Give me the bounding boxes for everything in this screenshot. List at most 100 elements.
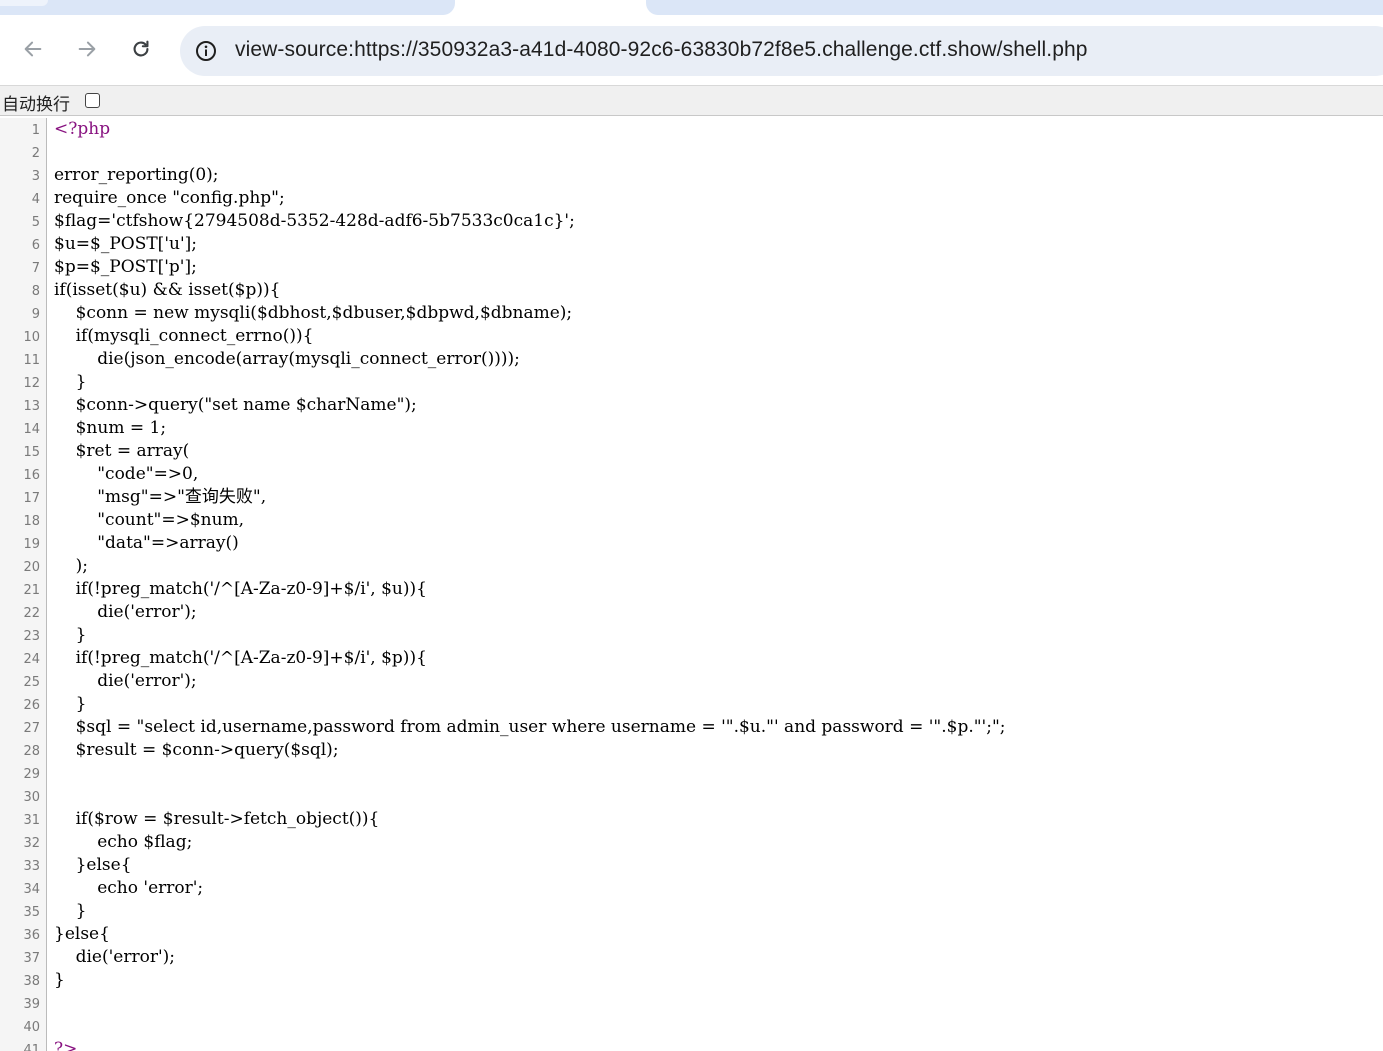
source-line: 29 xyxy=(0,762,1383,785)
line-code: die('error'); xyxy=(54,947,176,967)
tab-inactive-right[interactable] xyxy=(646,0,1383,15)
url-text[interactable]: view-source:https://350932a3-a41d-4080-9… xyxy=(235,38,1088,62)
line-number: 40 xyxy=(23,1020,40,1035)
address-bar[interactable]: view-source:https://350932a3-a41d-4080-9… xyxy=(180,26,1383,76)
source-line: 16 "code"=>0, xyxy=(0,463,1383,486)
source-line: 36}else{ xyxy=(0,923,1383,946)
line-number: 29 xyxy=(23,767,40,782)
source-line: 13 $conn->query("set name $charName"); xyxy=(0,394,1383,417)
line-code: error_reporting(0); xyxy=(54,165,219,185)
line-number: 28 xyxy=(23,744,40,759)
line-number: 15 xyxy=(23,445,40,460)
source-line: 25 die('error'); xyxy=(0,670,1383,693)
line-number: 33 xyxy=(23,859,40,874)
source-line: 39 xyxy=(0,992,1383,1015)
forward-button[interactable] xyxy=(70,32,104,66)
source-line: 34 echo 'error'; xyxy=(0,877,1383,900)
line-code: $conn = new mysqli($dbhost,$dbuser,$dbpw… xyxy=(54,303,573,323)
source-line: 37 die('error'); xyxy=(0,946,1383,969)
line-code: if(isset($u) && isset($p)){ xyxy=(54,280,281,300)
line-number: 21 xyxy=(23,583,40,598)
source-view: 1 <?php 2 3 error_reporting(0); 4 require_once… xyxy=(0,118,1383,1051)
line-number: 17 xyxy=(23,491,40,506)
line-code: die('error'); xyxy=(54,602,197,622)
source-line: 28 $result = $conn->query($sql); xyxy=(0,739,1383,762)
line-number: 6 xyxy=(31,238,40,253)
source-line: 14 $num = 1; xyxy=(0,417,1383,440)
line-code: } xyxy=(54,625,87,645)
line-code: $sql = "select id,username,password from… xyxy=(54,717,1006,737)
line-number: 34 xyxy=(23,882,40,897)
source-line: 30 xyxy=(0,785,1383,808)
line-number: 13 xyxy=(23,399,40,414)
tab-inactive-left[interactable] xyxy=(0,0,455,15)
source-line: 33 }else{ xyxy=(0,854,1383,877)
line-code: $flag='ctfshow{2794508d-5352-428d-adf6-5… xyxy=(54,211,575,231)
line-number: 26 xyxy=(23,698,40,713)
line-code: $ret = array( xyxy=(54,441,190,461)
line-code: require_once "config.php"; xyxy=(54,188,285,208)
reload-button[interactable] xyxy=(124,32,158,66)
line-number: 8 xyxy=(31,284,40,299)
source-line: 24 if(!preg_match('/^[A-Za-z0-9]+$/i', $… xyxy=(0,647,1383,670)
line-number: 35 xyxy=(23,905,40,920)
source-line: 9 $conn = new mysqli($dbhost,$dbuser,$db… xyxy=(0,302,1383,325)
browser-toolbar: view-source:https://350932a3-a41d-4080-9… xyxy=(0,18,1383,85)
line-number: 20 xyxy=(23,560,40,575)
line-code: $p=$_POST['p']; xyxy=(54,257,197,277)
line-number: 9 xyxy=(31,307,40,322)
line-number: 24 xyxy=(23,652,40,667)
line-number: 31 xyxy=(23,813,40,828)
line-code: }else{ xyxy=(54,855,132,875)
line-number: 16 xyxy=(23,468,40,483)
line-code: } xyxy=(54,694,87,714)
line-code: $num = 1; xyxy=(54,418,167,438)
source-line: 21 if(!preg_match('/^[A-Za-z0-9]+$/i', $… xyxy=(0,578,1383,601)
reload-icon xyxy=(133,40,149,57)
line-number: 27 xyxy=(23,721,40,736)
line-code: } xyxy=(54,372,87,392)
line-number: 1 xyxy=(31,123,40,138)
line-number: 10 xyxy=(23,330,40,345)
line-number: 30 xyxy=(23,790,40,805)
source-line: 4 require_once "config.php"; xyxy=(0,187,1383,210)
source-line: 5 $flag='ctfshow{2794508d-5352-428d-adf6-… xyxy=(0,210,1383,233)
line-code: echo 'error'; xyxy=(54,878,204,898)
line-code: ?> xyxy=(54,1039,78,1051)
source-line: 26 } xyxy=(0,693,1383,716)
line-code: "data"=>array() xyxy=(54,533,239,553)
line-wrap-label: 自动换行 xyxy=(2,95,70,115)
line-code: <?php xyxy=(54,119,111,139)
source-line: 17 "msg"=>"查询失败", xyxy=(0,486,1383,509)
source-line: 38} xyxy=(0,969,1383,992)
line-code: if(!preg_match('/^[A-Za-z0-9]+$/i', $p))… xyxy=(54,648,427,668)
line-number: 7 xyxy=(31,261,40,276)
line-wrap-checkbox[interactable] xyxy=(85,93,100,108)
line-number: 11 xyxy=(23,353,40,368)
line-number: 5 xyxy=(31,215,40,230)
line-code: echo $flag; xyxy=(54,832,193,852)
line-number: 41 xyxy=(23,1043,40,1051)
line-code: "code"=>0, xyxy=(54,464,199,484)
source-line: 19 "data"=>array() xyxy=(0,532,1383,555)
source-line: 35 } xyxy=(0,900,1383,923)
tab-strip xyxy=(0,0,1383,18)
source-line: 32 echo $flag; xyxy=(0,831,1383,854)
source-line: 31 if($row = $result->fetch_object()){ xyxy=(0,808,1383,831)
line-number: 14 xyxy=(23,422,40,437)
back-button[interactable] xyxy=(16,32,50,66)
line-wrap-bar: 自动换行 xyxy=(0,85,1383,116)
source-line: 10 if(mysqli_connect_errno()){ xyxy=(0,325,1383,348)
site-info-button[interactable] xyxy=(192,37,220,65)
line-code: "msg"=>"查询失败", xyxy=(54,487,267,507)
line-code: if($row = $result->fetch_object()){ xyxy=(54,809,380,829)
line-code: $conn->query("set name $charName"); xyxy=(54,395,417,415)
line-code: "count"=>$num, xyxy=(54,510,245,530)
source-line: 8 if(isset($u) && isset($p)){ xyxy=(0,279,1383,302)
line-code: } xyxy=(54,970,65,990)
source-line: 1 <?php xyxy=(0,118,1383,141)
line-code: die('error'); xyxy=(54,671,197,691)
line-number: 32 xyxy=(23,836,40,851)
line-number: 22 xyxy=(23,606,40,621)
source-line: 27 $sql = "select id,username,password f… xyxy=(0,716,1383,739)
